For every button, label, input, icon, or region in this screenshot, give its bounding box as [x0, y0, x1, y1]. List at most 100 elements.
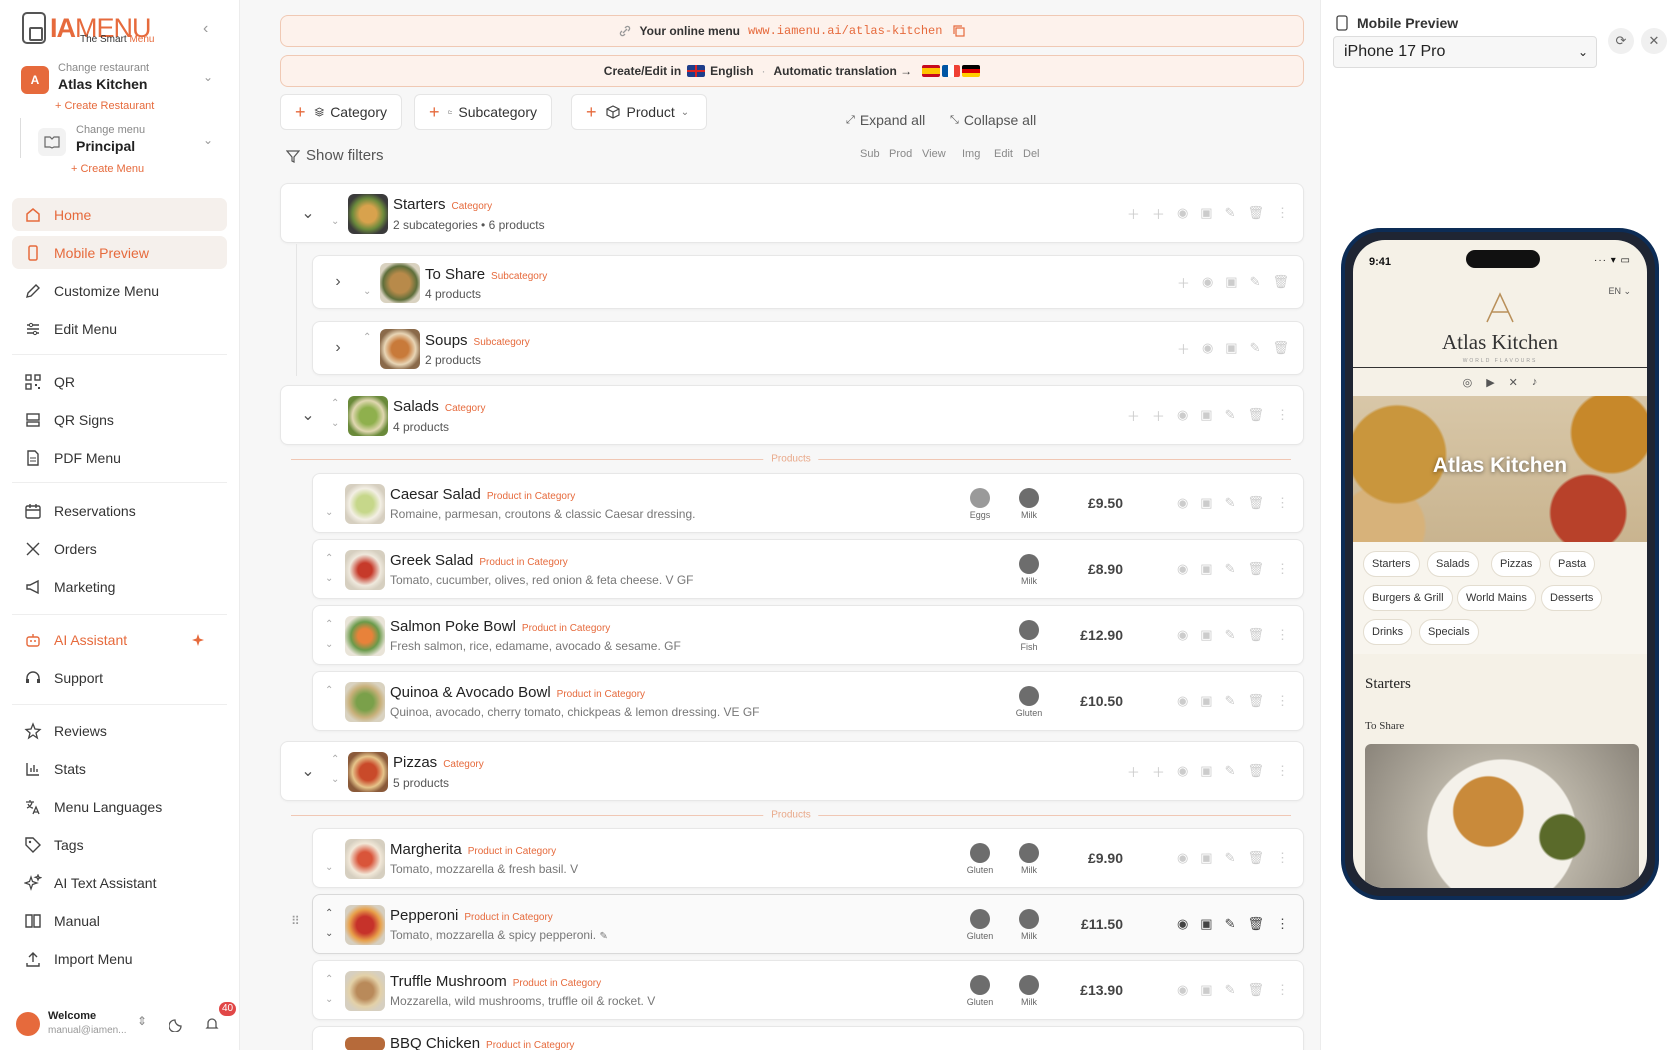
move-up-icon[interactable]: ⌃: [325, 908, 333, 920]
move-down-icon[interactable]: ⌄: [331, 418, 339, 430]
trash-icon[interactable]: 🗑: [1247, 561, 1264, 577]
chevron-down-icon[interactable]: ⌄: [203, 70, 213, 84]
avatar[interactable]: [16, 1012, 40, 1036]
eye-icon[interactable]: ◉: [1177, 407, 1188, 423]
nav-qr-signs[interactable]: QR Signs: [12, 403, 227, 436]
trash-icon[interactable]: 🗑: [1247, 693, 1264, 709]
more-icon[interactable]: ⋮: [1276, 561, 1289, 577]
online-menu-url[interactable]: www.iamenu.ai/atlas-kitchen: [748, 24, 942, 38]
edit-language-value[interactable]: English: [710, 64, 753, 78]
chevron-down-icon[interactable]: ⌄: [203, 133, 213, 147]
image-icon[interactable]: ▣: [1200, 693, 1212, 709]
chevron-down-icon[interactable]: ⌄: [293, 742, 323, 800]
device-select[interactable]: iPhone 17 Pro ⌄: [1333, 36, 1597, 68]
eye-icon[interactable]: ◉: [1202, 274, 1213, 290]
more-icon[interactable]: ⋮: [1276, 205, 1289, 221]
category-chip[interactable]: Pizzas: [1491, 551, 1542, 577]
add-subcategory-button[interactable]: + Subcategory: [414, 94, 552, 130]
create-menu-link[interactable]: + Create Menu: [71, 163, 144, 175]
nav-manual[interactable]: Manual: [12, 904, 227, 937]
chevron-right-icon[interactable]: ›: [323, 256, 353, 308]
drag-handle-icon[interactable]: ⠿: [291, 914, 300, 928]
eye-icon[interactable]: ◉: [1177, 982, 1188, 998]
product-row[interactable]: BBQ Chicken Product in Category: [312, 1026, 1304, 1050]
category-chip[interactable]: Starters: [1363, 551, 1420, 577]
edit-icon[interactable]: ✎: [1225, 407, 1236, 423]
nav-edit-menu[interactable]: Edit Menu: [12, 312, 227, 345]
move-down-icon[interactable]: ⌄: [325, 639, 333, 651]
category-row[interactable]: ⌄ ⌃ ⌄ Pizzas Category 5 products ＋ ＋ ◉ ▣ ✎ 🗑 ⋮: [280, 741, 1304, 801]
move-up-icon[interactable]: ⌃: [325, 553, 333, 565]
chevron-down-icon[interactable]: ⌄: [293, 184, 323, 242]
move-down-icon[interactable]: ⌄: [325, 928, 333, 940]
edit-icon[interactable]: ✎: [1225, 205, 1236, 221]
image-icon[interactable]: ▣: [1200, 763, 1212, 779]
move-down-icon[interactable]: ⌄: [325, 507, 333, 519]
copy-icon[interactable]: [952, 24, 966, 38]
expand-all-button[interactable]: ⤢ Expand all: [846, 112, 925, 128]
nav-import-menu[interactable]: Import Menu: [12, 942, 227, 975]
eye-icon[interactable]: ◉: [1177, 693, 1188, 709]
subcategory-row[interactable]: › ⌄ To Share Subcategory 4 products ＋ ◉ ▣ ✎ 🗑: [312, 255, 1304, 309]
image-icon[interactable]: ▣: [1200, 982, 1212, 998]
trash-icon[interactable]: 🗑: [1272, 274, 1289, 290]
move-down-icon[interactable]: ⌄: [331, 774, 339, 786]
image-icon[interactable]: ▣: [1200, 850, 1212, 866]
product-row[interactable]: ⌃ ⌄ Truffle Mushroom Product in Category …: [312, 960, 1304, 1020]
more-icon[interactable]: ⋮: [1276, 693, 1289, 709]
chevron-down-icon[interactable]: ⌄: [293, 386, 323, 444]
edit-icon[interactable]: ✎: [1250, 274, 1261, 290]
nav-ai-assistant[interactable]: AI Assistant: [12, 623, 227, 656]
move-up-icon[interactable]: ⌃: [331, 398, 339, 410]
instagram-icon[interactable]: ◎: [1463, 376, 1473, 389]
category-chip[interactable]: Pasta: [1549, 551, 1596, 577]
trash-icon[interactable]: 🗑: [1247, 982, 1264, 998]
image-icon[interactable]: ▣: [1200, 916, 1212, 932]
trash-icon[interactable]: 🗑: [1247, 495, 1264, 511]
more-icon[interactable]: ⋮: [1276, 850, 1289, 866]
edit-icon[interactable]: ✎: [1225, 693, 1236, 709]
nav-tags[interactable]: Tags: [12, 828, 227, 861]
tiktok-icon[interactable]: ♪: [1532, 376, 1538, 388]
nav-marketing[interactable]: Marketing: [12, 570, 227, 603]
menu-selector[interactable]: Change menu Principal: [76, 124, 145, 154]
trash-icon[interactable]: 🗑: [1247, 627, 1264, 643]
edit-icon[interactable]: ✎: [1225, 982, 1236, 998]
category-row[interactable]: ⌄ ⌃ ⌄ Salads Category 4 products ＋ ＋ ◉ ▣ ✎ 🗑 ⋮: [280, 385, 1304, 445]
image-icon[interactable]: ▣: [1225, 340, 1237, 356]
move-up-icon[interactable]: ⌃: [325, 619, 333, 631]
nav-home[interactable]: Home: [12, 198, 227, 231]
move-up-icon[interactable]: ⌃: [363, 332, 371, 344]
category-chip[interactable]: World Mains: [1457, 585, 1536, 611]
more-icon[interactable]: ⋮: [1276, 407, 1289, 423]
image-icon[interactable]: ▣: [1200, 205, 1212, 221]
eye-icon[interactable]: ◉: [1177, 763, 1188, 779]
add-subcategory-icon[interactable]: ＋: [1127, 762, 1140, 781]
move-down-icon[interactable]: ⌄: [325, 994, 333, 1006]
es-flag-icon[interactable]: [922, 65, 941, 77]
trash-icon[interactable]: 🗑: [1247, 850, 1264, 866]
eye-icon[interactable]: ◉: [1177, 850, 1188, 866]
add-product-icon[interactable]: ＋: [1177, 339, 1190, 358]
image-icon[interactable]: ▣: [1225, 274, 1237, 290]
product-row[interactable]: ⌃ ⌄ Salmon Poke Bowl Product in Category …: [312, 605, 1304, 665]
nav-orders[interactable]: Orders: [12, 532, 227, 565]
create-restaurant-link[interactable]: + Create Restaurant: [55, 100, 154, 112]
image-icon[interactable]: ▣: [1200, 561, 1212, 577]
eye-icon[interactable]: ◉: [1177, 495, 1188, 511]
product-row[interactable]: ⌃ Quinoa & Avocado Bowl Product in Catego…: [312, 671, 1304, 731]
dish-image[interactable]: [1365, 744, 1639, 888]
eye-icon[interactable]: ◉: [1177, 627, 1188, 643]
nav-support[interactable]: Support: [12, 661, 227, 694]
trash-icon[interactable]: 🗑: [1247, 763, 1264, 779]
edit-icon[interactable]: ✎: [1225, 627, 1236, 643]
bell-icon[interactable]: [204, 1016, 220, 1032]
add-subcategory-icon[interactable]: ＋: [1127, 204, 1140, 223]
eye-icon[interactable]: ◉: [1177, 205, 1188, 221]
nav-stats[interactable]: Stats: [12, 752, 227, 785]
more-icon[interactable]: ⋮: [1276, 627, 1289, 643]
trash-icon[interactable]: 🗑: [1247, 205, 1264, 221]
eye-icon[interactable]: ◉: [1177, 916, 1188, 932]
category-chip[interactable]: Desserts: [1541, 585, 1603, 611]
collapse-all-button[interactable]: ⤡ Collapse all: [950, 112, 1036, 128]
